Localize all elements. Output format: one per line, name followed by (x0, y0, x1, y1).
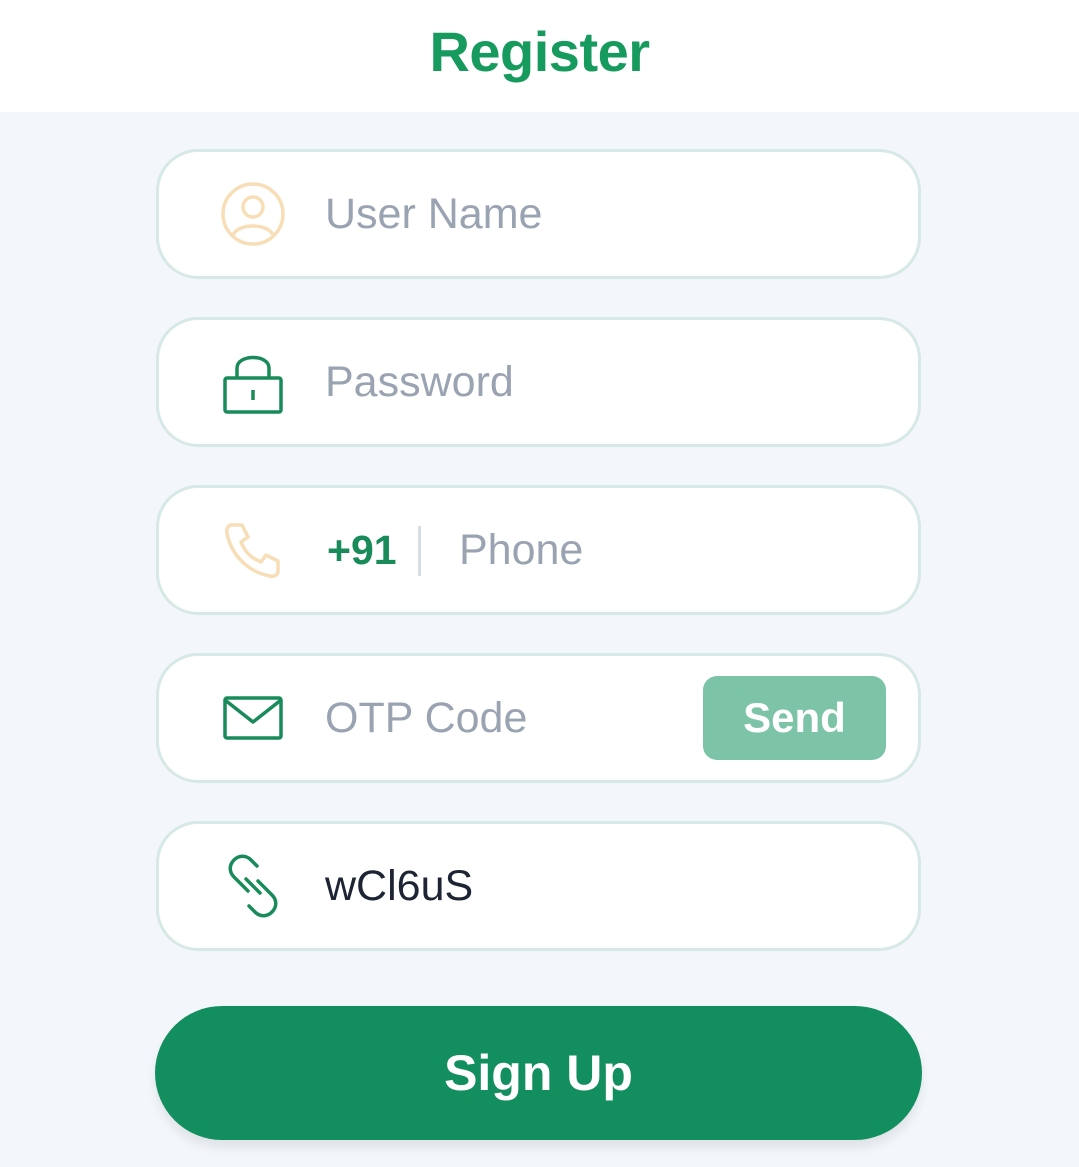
send-otp-button[interactable]: Send (703, 676, 886, 760)
username-input[interactable]: User Name (325, 152, 542, 276)
phone-field[interactable]: +91 Phone (156, 485, 921, 615)
phone-input[interactable]: Phone (459, 488, 583, 612)
lock-icon (219, 348, 287, 416)
phone-icon (219, 516, 287, 584)
phone-divider (418, 526, 421, 576)
invite-code-input[interactable]: wCl6uS (325, 824, 473, 948)
invite-code-field[interactable]: wCl6uS (156, 821, 921, 951)
password-input[interactable]: Password (325, 320, 514, 444)
username-field[interactable]: User Name (156, 149, 921, 279)
otp-field[interactable]: OTP Code Send (156, 653, 921, 783)
page-title: Register (429, 19, 650, 83)
password-field[interactable]: Password (156, 317, 921, 447)
user-icon (219, 180, 287, 248)
country-code[interactable]: +91 (327, 488, 397, 612)
header-bar: Register (0, 0, 1079, 112)
otp-input[interactable]: OTP Code (325, 656, 527, 780)
link-icon (219, 852, 287, 920)
mail-icon (219, 684, 287, 752)
sign-up-button[interactable]: Sign Up (155, 1006, 922, 1140)
